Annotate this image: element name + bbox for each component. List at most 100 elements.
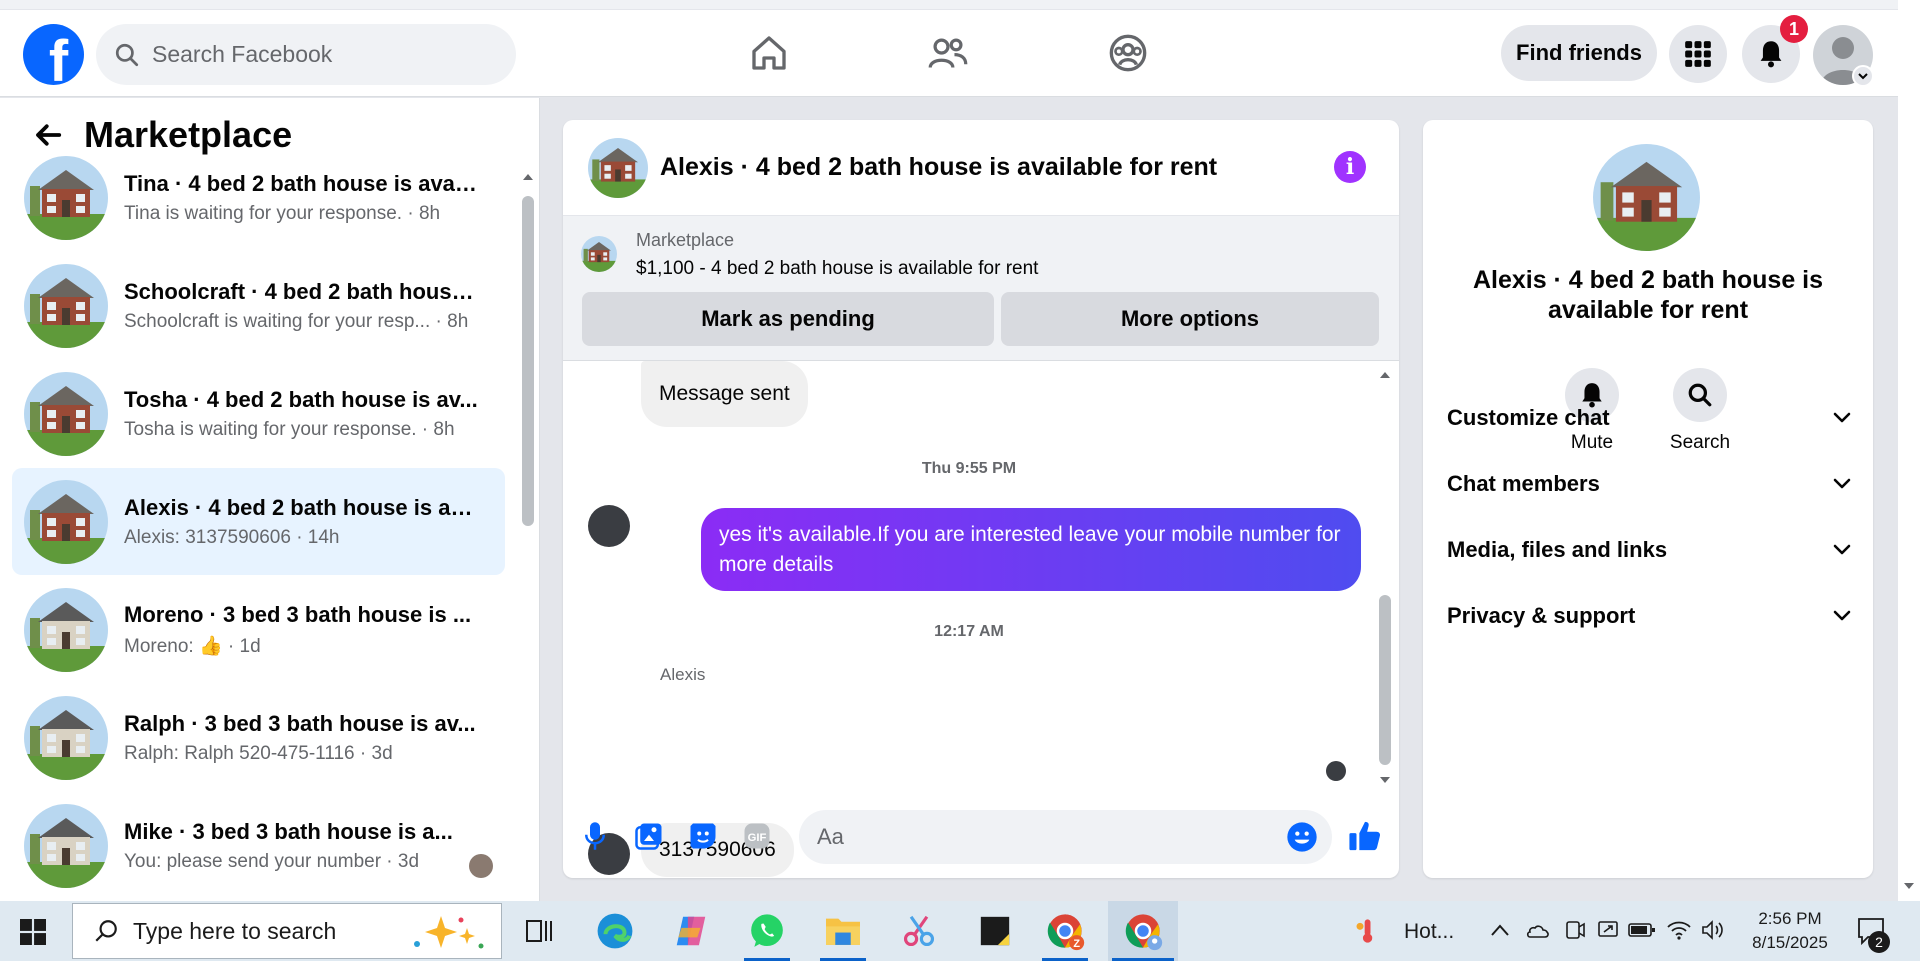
notification-center-badge: 2 bbox=[1868, 931, 1890, 953]
details-section-toggle[interactable]: Customize chat bbox=[1447, 398, 1852, 438]
onedrive-cloud-icon[interactable] bbox=[1524, 921, 1550, 939]
details-section-toggle[interactable]: Chat members bbox=[1447, 464, 1852, 504]
weather-thermometer-icon[interactable] bbox=[1354, 917, 1380, 945]
clock-date: 8/15/2025 bbox=[1752, 933, 1828, 952]
conversation-preview: Schoolcraft is waiting for your resp... … bbox=[124, 310, 469, 332]
listing-thumbnail bbox=[24, 695, 108, 780]
chevron-down-icon[interactable] bbox=[1852, 65, 1874, 87]
section-label: Media, files and links bbox=[1447, 537, 1668, 562]
section-label: Customize chat bbox=[1447, 405, 1610, 430]
volume-icon[interactable] bbox=[1700, 919, 1726, 941]
taskbar-search-input[interactable] bbox=[133, 917, 383, 945]
info-icon[interactable]: i bbox=[1334, 151, 1366, 183]
message-input-box[interactable] bbox=[799, 810, 1332, 864]
snipping-tool-icon[interactable] bbox=[892, 901, 946, 961]
conversation-item[interactable]: Mike · 3 bed 3 bath house is a... You: pl… bbox=[12, 792, 505, 899]
chrome-active-window-icon[interactable] bbox=[1108, 901, 1178, 961]
chat-header: Alexis · 4 bed 2 bath house is available… bbox=[563, 120, 1399, 216]
chevron-down-icon bbox=[1833, 544, 1851, 555]
listing-large-thumbnail[interactable] bbox=[1593, 144, 1700, 251]
conversation-scrollbar[interactable] bbox=[522, 158, 534, 954]
listing-price-title[interactable]: $1,100 - 4 bed 2 bath house is available… bbox=[636, 258, 1038, 280]
weather-text[interactable]: Hot... bbox=[1404, 920, 1454, 944]
wifi-icon[interactable] bbox=[1666, 919, 1692, 941]
conversation-item[interactable]: Schoolcraft · 4 bed 2 bath house... Schoo… bbox=[12, 252, 505, 359]
details-section-toggle[interactable]: Privacy & support bbox=[1447, 596, 1852, 636]
menu-grid-icon[interactable] bbox=[1669, 25, 1727, 83]
page-scrollbar[interactable] bbox=[1898, 0, 1920, 901]
conversation-preview: You: please send your number · 3d bbox=[124, 850, 420, 872]
timestamp: Thu 9:55 PM bbox=[921, 460, 1017, 477]
copilot-icon[interactable] bbox=[664, 901, 718, 961]
conversation-item[interactable]: Ralph · 3 bed 3 bath house is av... Ralph… bbox=[12, 684, 505, 791]
notification-badge: 1 bbox=[1780, 15, 1808, 43]
file-explorer-icon[interactable] bbox=[816, 901, 870, 961]
task-view-icon[interactable] bbox=[512, 901, 566, 961]
battery-icon[interactable] bbox=[1628, 921, 1656, 939]
chevron-down-icon bbox=[1833, 610, 1851, 621]
browser-top-strip bbox=[0, 0, 1898, 10]
listing-small-thumbnail[interactable] bbox=[581, 236, 617, 272]
sender-name: Alexis bbox=[660, 665, 706, 684]
listing-thumbnail bbox=[24, 263, 108, 348]
chevron-down-icon bbox=[1833, 478, 1851, 489]
meet-now-icon[interactable] bbox=[1564, 919, 1586, 941]
friends-icon[interactable] bbox=[925, 30, 971, 76]
conversation-item[interactable]: Moreno · 3 bed 3 bath house is ... Moreno… bbox=[12, 576, 505, 683]
listing-thumbnail bbox=[24, 155, 108, 240]
photo-gallery-icon[interactable] bbox=[631, 818, 667, 854]
search-input[interactable] bbox=[152, 41, 482, 68]
taskbar-search[interactable] bbox=[72, 903, 502, 959]
chat-scrollbar[interactable] bbox=[1378, 370, 1392, 785]
conversation-item[interactable]: Tosha · 4 bed 2 bath house is av... Tosha… bbox=[12, 360, 505, 467]
gif-icon[interactable]: GIF bbox=[739, 818, 775, 854]
search-bar[interactable] bbox=[96, 24, 516, 85]
listing-thumbnail bbox=[24, 479, 108, 564]
details-section-toggle[interactable]: Media, files and links bbox=[1447, 530, 1852, 570]
edge-browser-icon[interactable] bbox=[588, 901, 642, 961]
search-highlight-sparkle-icon bbox=[414, 916, 484, 949]
message-composer: GIF bbox=[563, 798, 1399, 878]
clock-time: 2:56 PM bbox=[1758, 909, 1822, 928]
whatsapp-icon[interactable] bbox=[740, 901, 794, 961]
outgoing-message-bubble[interactable]: yes it's available.If you are interested… bbox=[701, 508, 1361, 591]
section-label: Privacy & support bbox=[1447, 603, 1636, 628]
details-title: Alexis · 4 bed 2 bath house is available… bbox=[1472, 266, 1824, 324]
listing-thumbnail[interactable] bbox=[588, 137, 648, 198]
mark-as-pending-button[interactable]: Mark as pending bbox=[582, 292, 994, 346]
conversation-preview: Tina is waiting for your response. · 8h bbox=[124, 202, 441, 224]
find-friends-button[interactable]: Find friends bbox=[1501, 25, 1657, 81]
tray-overflow-chevron-icon[interactable] bbox=[1490, 923, 1510, 937]
message-input[interactable] bbox=[817, 824, 1257, 850]
like-thumbs-up-icon[interactable] bbox=[1347, 818, 1383, 854]
conversation-item[interactable]: Tina · 4 bed 2 bath house is avai... Tina… bbox=[12, 144, 505, 251]
listing-thumbnail bbox=[24, 803, 108, 888]
search-icon bbox=[115, 43, 139, 66]
search-icon bbox=[95, 920, 117, 942]
svg-text:GIF: GIF bbox=[748, 832, 767, 844]
section-label: Chat members bbox=[1447, 471, 1600, 496]
home-icon[interactable] bbox=[746, 30, 792, 76]
conversation-title: Tina · 4 bed 2 bath house is avai... bbox=[124, 170, 479, 196]
sticker-icon[interactable] bbox=[685, 818, 721, 854]
chat-title[interactable]: Alexis · 4 bed 2 bath house is available… bbox=[660, 153, 1217, 182]
sender-avatar bbox=[588, 505, 630, 547]
chrome-profile-z-icon[interactable]: Z bbox=[1038, 901, 1092, 961]
system-clock[interactable]: 2:56 PM 8/15/2025 bbox=[1735, 907, 1845, 955]
groups-icon[interactable] bbox=[1105, 30, 1151, 76]
display-project-icon[interactable] bbox=[1596, 918, 1620, 942]
marketplace-listing-bar: Marketplace $1,100 - 4 bed 2 bath house … bbox=[563, 216, 1399, 361]
conversation-title: Mike · 3 bed 3 bath house is a... bbox=[124, 818, 453, 844]
microphone-icon[interactable] bbox=[577, 818, 613, 854]
more-options-button[interactable]: More options bbox=[1001, 292, 1379, 346]
facebook-logo[interactable]: f bbox=[23, 24, 84, 85]
timestamp: 12:17 AM bbox=[934, 623, 1004, 640]
message-bubble[interactable]: Message sent bbox=[641, 361, 808, 427]
conversation-title: Moreno · 3 bed 3 bath house is ... bbox=[124, 601, 472, 627]
sticky-notes-icon[interactable] bbox=[968, 901, 1022, 961]
conversation-item[interactable]: Alexis · 4 bed 2 bath house is av... Alex… bbox=[12, 468, 505, 575]
windows-start-icon[interactable] bbox=[20, 919, 46, 945]
chevron-down-icon bbox=[1833, 412, 1851, 423]
conversation-preview: Alexis: 3137590606 · 14h bbox=[124, 526, 340, 548]
emoji-icon[interactable] bbox=[1286, 821, 1318, 853]
